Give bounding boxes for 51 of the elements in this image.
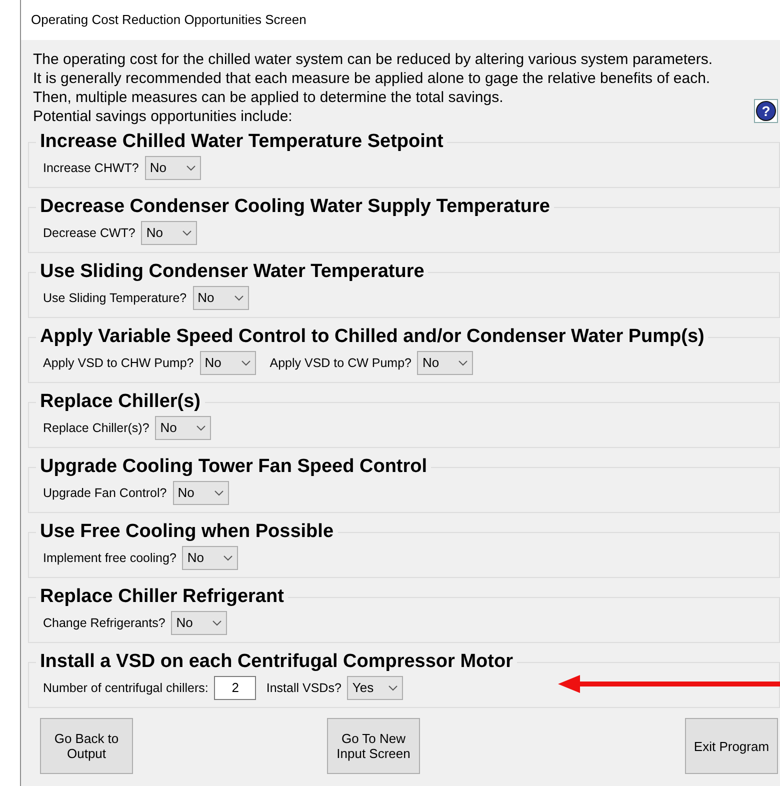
new-input-button[interactable]: Go To New Input Screen <box>327 718 420 774</box>
chevron-icon <box>212 620 222 626</box>
group-title: Replace Chiller Refrigerant <box>36 586 288 608</box>
intro-text: Potential savings opportunities include: <box>33 107 292 126</box>
chevron-icon <box>196 425 206 431</box>
field-label: Replace Chiller(s)? <box>43 420 150 437</box>
field-label: Number of centrifugal chillers: <box>43 680 208 697</box>
group-title: Install a VSD on each Centrifugal Compressor Motor <box>36 651 517 673</box>
chevron-icon <box>240 360 251 366</box>
group-title: Use Free Cooling when Possible <box>36 521 338 543</box>
field-label: Increase CHWT? <box>43 160 139 177</box>
group-title: Decrease Condenser Cooling Water Supply Temperature <box>36 196 554 218</box>
field-label: Change Refrigerants? <box>43 614 166 632</box>
dropdown[interactable]: No <box>200 351 256 375</box>
intro-text: Then, multiple measures can be applied to determine the total savings. <box>33 88 504 107</box>
chevron-icon <box>223 555 234 561</box>
field-label: Upgrade Fan Control? <box>43 484 167 502</box>
chevron-icon <box>182 230 192 236</box>
back-button[interactable]: Go Back to Output <box>40 718 133 774</box>
group-title: Apply Variable Speed Control to Chilled and/or Condenser Water Pump(s) <box>36 326 708 348</box>
dropdown[interactable]: No <box>417 351 474 375</box>
chevron-icon <box>234 295 244 301</box>
dropdown[interactable]: No <box>155 416 212 440</box>
dropdown[interactable]: No <box>171 611 228 635</box>
dropdown[interactable]: No <box>144 156 201 180</box>
chevron-icon <box>214 490 224 496</box>
exit-button[interactable]: Exit Program <box>685 718 778 774</box>
intro-text: The operating cost for the chilled water system can be reduced by altering various system parameters. <box>33 50 712 69</box>
field-label: Decrease CWT? <box>43 224 136 242</box>
field-label: Install VSDs? <box>266 680 342 697</box>
group-title: Replace Chiller(s) <box>36 391 204 413</box>
field-label: Implement free cooling? <box>43 550 176 567</box>
dropdown[interactable]: Yes <box>347 676 404 700</box>
chevron-icon <box>186 165 196 171</box>
arrow-icon <box>558 674 780 694</box>
intro-text: It is generally recommended that each measure be applied alone to gage the relative benefits of each. <box>33 69 710 88</box>
dropdown[interactable]: No <box>182 546 238 570</box>
help-button[interactable]: ? <box>756 101 776 121</box>
group-title: Upgrade Cooling Tower Fan Speed Control <box>36 456 432 478</box>
chevron-icon <box>458 360 468 366</box>
group-title: Use Sliding Condenser Water Temperature <box>36 261 428 283</box>
field-label: Apply VSD to CW Pump? <box>270 354 412 372</box>
field-label: Apply VSD to CHW Pump? <box>43 354 194 372</box>
dropdown[interactable]: No <box>172 481 229 505</box>
chevron-icon <box>388 685 398 691</box>
number-field[interactable]: 2 <box>214 676 256 700</box>
dropdown[interactable]: No <box>192 286 249 310</box>
window-title: Operating Cost Reduction Opportunities Screen <box>31 11 306 30</box>
dropdown[interactable]: No <box>141 221 198 245</box>
field-label: Use Sliding Temperature? <box>43 290 187 307</box>
group-title: Increase Chilled Water Temperature Setpoint <box>36 131 448 153</box>
